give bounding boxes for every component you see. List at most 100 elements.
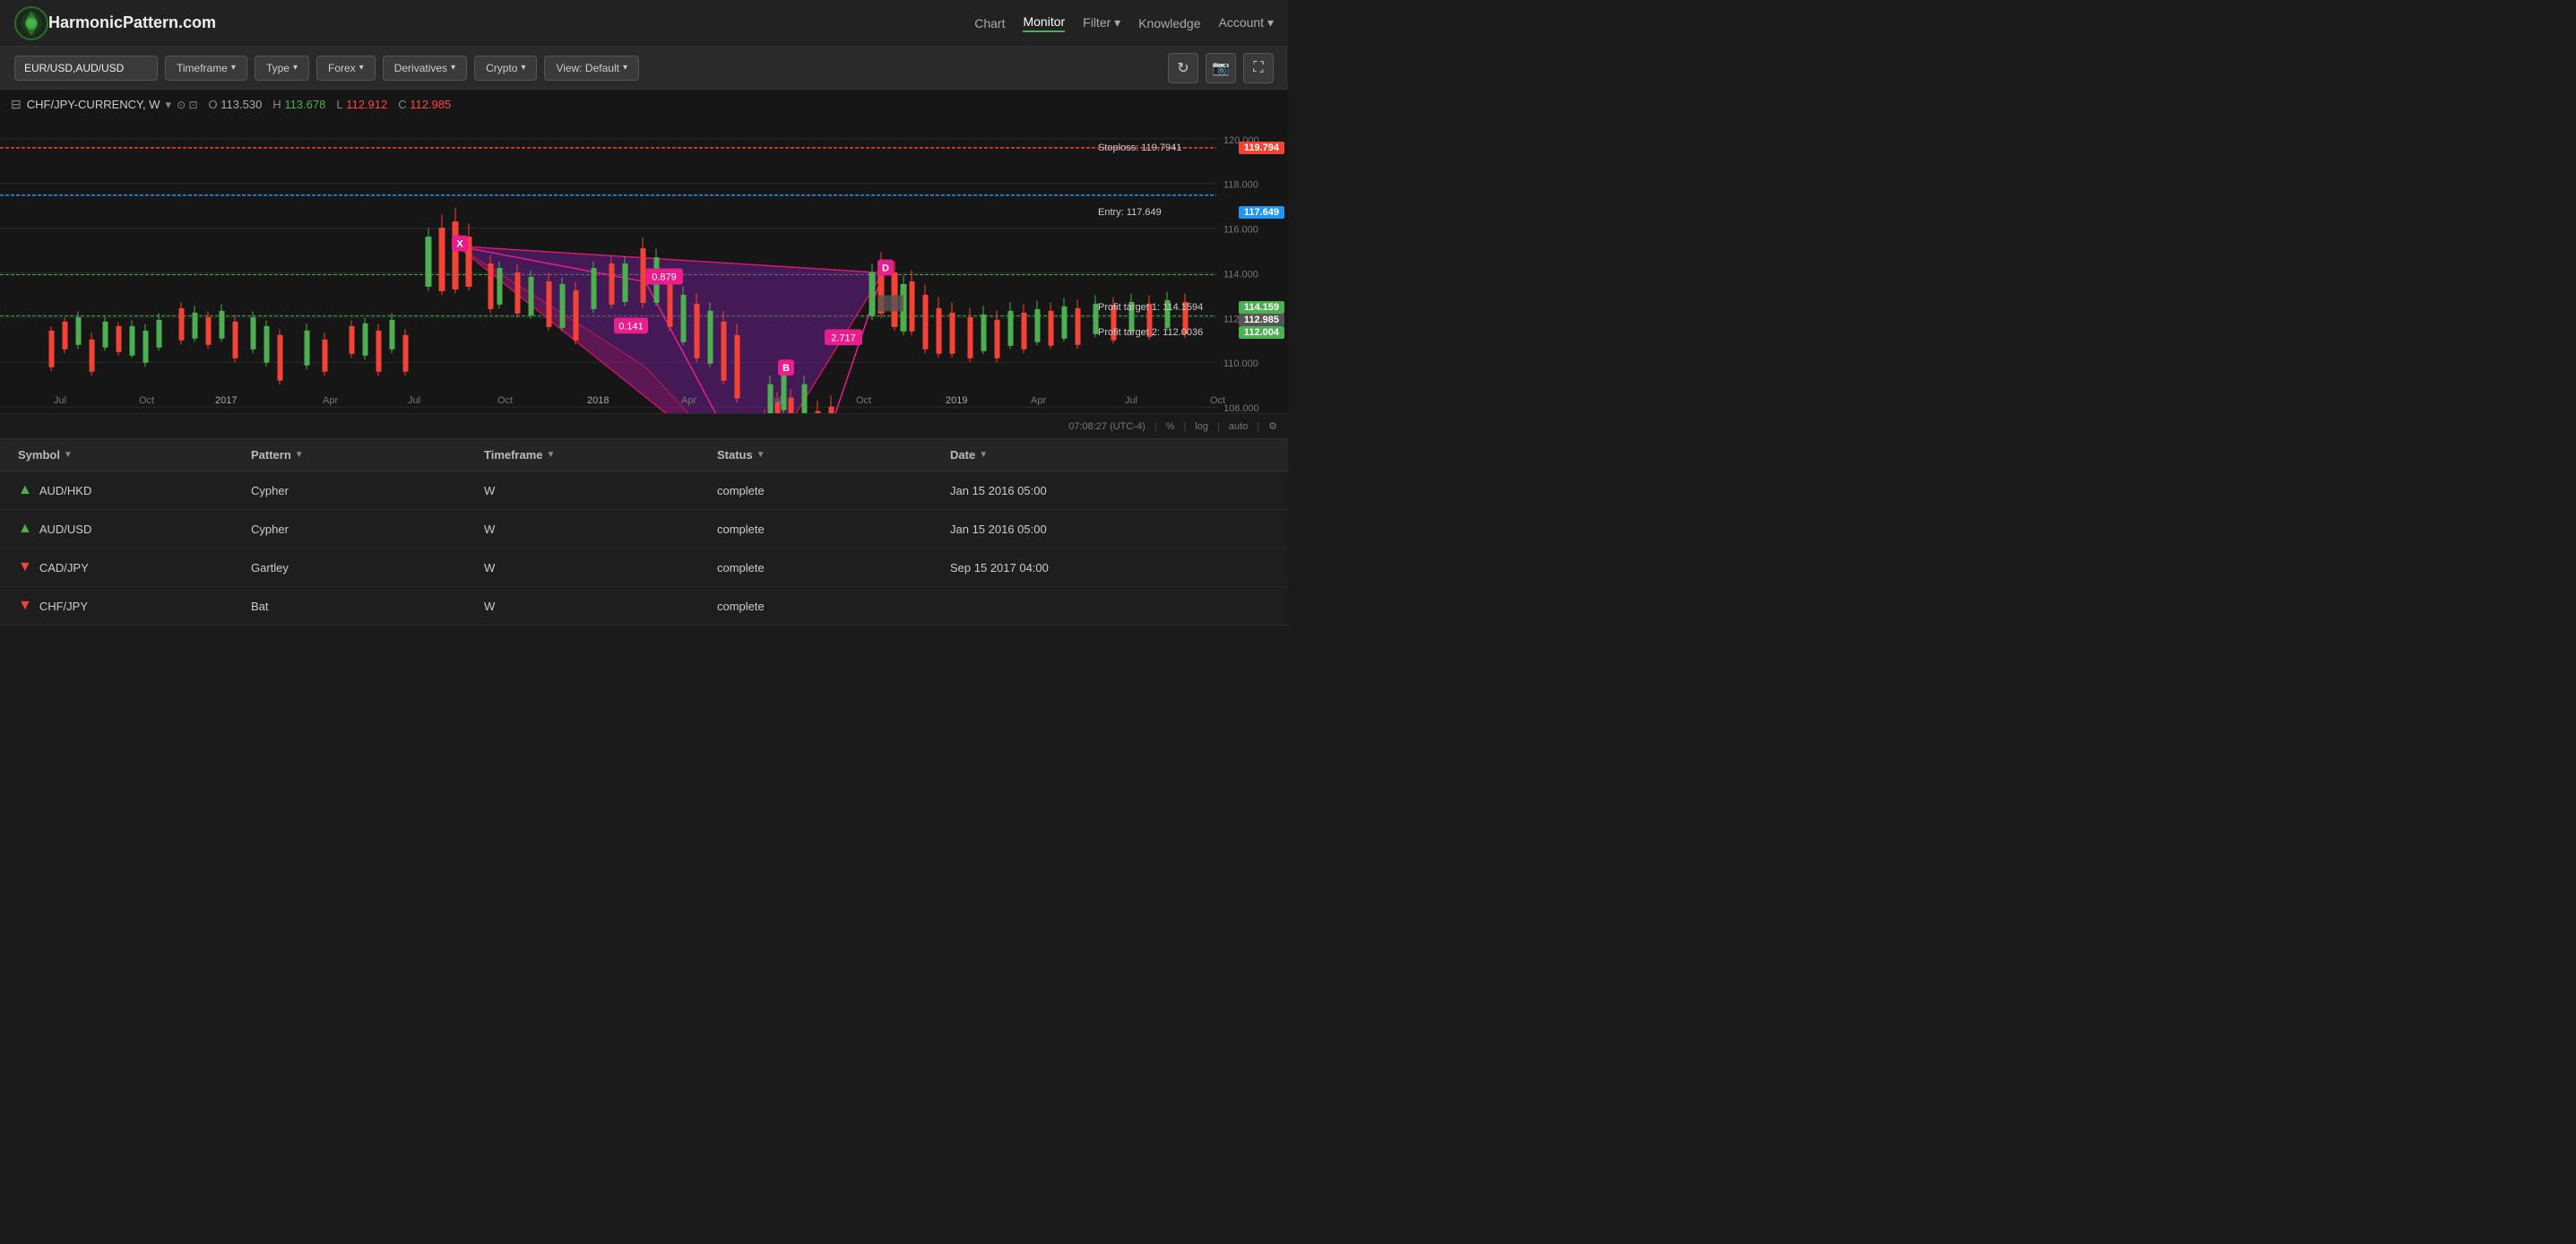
table-row[interactable]: ▼ CAD/JPY Gartley W complete Sep 15 2017… (0, 549, 1288, 587)
chart-auto: auto (1229, 421, 1248, 432)
svg-text:110.000: 110.000 (1223, 359, 1258, 369)
direction-up-icon-0: ▲ (18, 482, 32, 498)
time-jul-2016: Jul (54, 395, 66, 406)
cell-timeframe-0: W (466, 484, 699, 497)
ohlc-display: O 113.530 H 113.678 L 112.912 C 112.985 (209, 98, 452, 111)
crypto-button[interactable]: Crypto▾ (474, 56, 537, 81)
chart-symbol: ⊟ CHF/JPY-CURRENCY, W ▾ ⊙ ⊡ (11, 97, 198, 112)
chart-header: ⊟ CHF/JPY-CURRENCY, W ▾ ⊙ ⊡ O 113.530 H … (11, 97, 451, 112)
col-status[interactable]: Status ▼ (699, 448, 932, 462)
cell-date-2: Sep 15 2017 04:00 (932, 561, 1288, 574)
table-row[interactable]: ▼ CHF/JPY Bat W complete (0, 587, 1288, 626)
time-2019: 2019 (946, 395, 967, 406)
cell-timeframe-2: W (466, 561, 699, 574)
logo-icon (14, 6, 48, 40)
cell-date-1: Jan 15 2016 05:00 (932, 523, 1288, 536)
time-jul-2017: Jul (408, 395, 420, 406)
svg-text:2.717: 2.717 (831, 333, 855, 343)
time-jul-2018: Jul (769, 395, 782, 406)
chart-settings-icon: ⚙ (1268, 420, 1277, 432)
cell-timeframe-3: W (466, 600, 699, 613)
cell-pattern-1: Cypher (233, 523, 466, 536)
stoploss-badge: 119.794 (1239, 142, 1284, 154)
timeframe-button[interactable]: Timeframe▾ (165, 56, 247, 81)
time-axis: Jul Oct 2017 Apr Jul Oct 2018 Apr Jul Oc… (0, 395, 1216, 413)
nav-monitor[interactable]: Monitor (1023, 14, 1065, 32)
type-button[interactable]: Type▾ (255, 56, 309, 81)
symbol-input[interactable] (14, 56, 158, 81)
annotation-panel: Stoploss: 119.7941 119.794 Entry: 117.64… (1091, 139, 1288, 341)
derivatives-button[interactable]: Derivatives▾ (383, 56, 467, 81)
pt1-badge: 114.159 (1239, 301, 1284, 314)
table-row[interactable]: ▲ AUD/USD Cypher W complete Jan 15 2016 … (0, 510, 1288, 549)
entry-annotation: Entry: 117.649 117.649 (1091, 203, 1288, 221)
pt2-label: Profit target 2: 112.0036 (1098, 327, 1203, 338)
chart-log: log (1195, 421, 1208, 432)
ohlc-h: H 113.678 (272, 98, 325, 111)
svg-text:D: D (882, 263, 889, 273)
chart-bottom-bar: 07:08:27 (UTC-4) | % | log | auto | ⚙ (0, 413, 1288, 438)
fullscreen-button[interactable]: ⛶ (1243, 53, 1274, 83)
cell-symbol-1: ▲ AUD/USD (0, 521, 233, 537)
sort-symbol-icon: ▼ (64, 450, 73, 460)
time-apr-2018: Apr (681, 395, 696, 406)
nav-filter[interactable]: Filter ▾ (1083, 15, 1120, 30)
chart-symbol-text: CHF/JPY-CURRENCY, W (27, 98, 160, 111)
direction-up-icon-1: ▲ (18, 521, 32, 537)
chart-percent: % (1166, 421, 1175, 432)
entry-badge: 117.649 (1239, 206, 1284, 219)
cell-symbol-2: ▼ CAD/JPY (0, 559, 233, 575)
sort-pattern-icon: ▼ (295, 450, 304, 460)
nav-account[interactable]: Account ▾ (1218, 15, 1274, 30)
cell-status-1: complete (699, 523, 932, 536)
cell-status-2: complete (699, 561, 932, 574)
cell-pattern-0: Cypher (233, 484, 466, 497)
col-pattern[interactable]: Pattern ▼ (233, 448, 466, 462)
cell-timeframe-1: W (466, 523, 699, 536)
time-jul-2019: Jul (1125, 395, 1137, 406)
cell-pattern-3: Bat (233, 600, 466, 613)
stoploss-label: Stoploss: 119.7941 (1098, 143, 1181, 153)
toolbar: Timeframe▾ Type▾ Forex▾ Derivatives▾ Cry… (0, 47, 1288, 90)
pt1-label: Profit target 1: 114.1594 (1098, 302, 1203, 313)
cell-pattern-2: Gartley (233, 561, 466, 574)
nav-knowledge[interactable]: Knowledge (1138, 16, 1200, 30)
cell-symbol-0: ▲ AUD/HKD (0, 482, 233, 498)
ohlc-o: O 113.530 (209, 98, 263, 111)
chart-area: 120.000 118.000 116.000 114.000 112.000 … (0, 90, 1288, 439)
ohlc-l: L 112.912 (336, 98, 387, 111)
cell-symbol-3: ▼ CHF/JPY (0, 598, 233, 614)
col-timeframe[interactable]: Timeframe ▼ (466, 448, 699, 462)
refresh-button[interactable]: ↻ (1168, 53, 1198, 83)
site-title: HarmonicPattern.com (48, 13, 974, 32)
cell-date-0: Jan 15 2016 05:00 (932, 484, 1288, 497)
sort-date-icon: ▼ (979, 450, 988, 460)
cell-status-3: complete (699, 600, 932, 613)
svg-text:X: X (456, 239, 463, 250)
forex-button[interactable]: Forex▾ (316, 56, 376, 81)
chart-time: 07:08:27 (UTC-4) (1068, 421, 1145, 432)
svg-text:0.141: 0.141 (618, 321, 643, 332)
time-2018: 2018 (587, 395, 609, 406)
time-oct-2016: Oct (139, 395, 154, 406)
pt2-badge: 112.004 (1239, 326, 1284, 339)
results-table: Symbol ▼ Pattern ▼ Timeframe ▼ Status ▼ … (0, 439, 1288, 626)
col-symbol[interactable]: Symbol ▼ (0, 448, 233, 462)
svg-text:0.879: 0.879 (652, 272, 676, 282)
time-oct-2019: Oct (1210, 395, 1225, 406)
ohlc-c: C 112.985 (398, 98, 451, 111)
col-date[interactable]: Date ▼ (932, 448, 1288, 462)
pt2-annotation: Profit target 2: 112.0036 112.004 (1091, 324, 1288, 341)
time-apr-2019: Apr (1031, 395, 1046, 406)
nav-chart[interactable]: Chart (974, 16, 1005, 30)
direction-down-icon-3: ▼ (18, 598, 32, 614)
header: HarmonicPattern.com Chart Monitor Filter… (0, 0, 1288, 47)
view-button[interactable]: View: Default▾ (544, 56, 639, 81)
direction-down-icon-2: ▼ (18, 559, 32, 575)
close-badge: 112.985 (1239, 314, 1284, 326)
camera-button[interactable]: 📷 (1206, 53, 1236, 83)
table-row[interactable]: ▲ AUD/HKD Cypher W complete Jan 15 2016 … (0, 471, 1288, 510)
sort-timeframe-icon: ▼ (547, 450, 556, 460)
stoploss-annotation: Stoploss: 119.7941 119.794 (1091, 139, 1288, 157)
time-2017: 2017 (215, 395, 237, 406)
